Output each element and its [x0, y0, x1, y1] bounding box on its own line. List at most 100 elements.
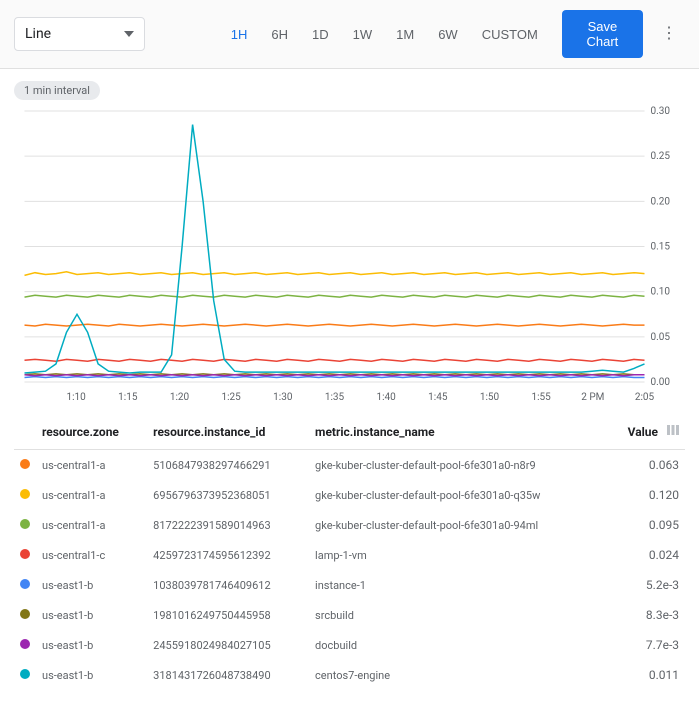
svg-text:1:55: 1:55	[532, 392, 552, 403]
svg-text:0.05: 0.05	[651, 332, 671, 343]
color-swatch	[20, 669, 30, 679]
table-row[interactable]: us-central1-a8172222391589014963gke-kube…	[14, 510, 685, 540]
svg-text:2:05: 2:05	[635, 392, 655, 403]
time-range-1d[interactable]: 1D	[302, 21, 339, 48]
cell-instance-id: 1038039781746409612	[147, 570, 309, 600]
color-swatch	[20, 579, 30, 589]
cell-zone: us-east1-b	[36, 660, 147, 690]
cell-zone: us-east1-b	[36, 570, 147, 600]
cell-zone: us-east1-b	[36, 600, 147, 630]
time-range-6w[interactable]: 6W	[428, 21, 468, 48]
color-swatch	[20, 459, 30, 469]
cell-instance-id: 8172222391589014963	[147, 510, 309, 540]
svg-text:1:35: 1:35	[325, 392, 345, 403]
table-row[interactable]: us-east1-b3181431726048738490centos7-eng…	[14, 660, 685, 690]
svg-text:0.25: 0.25	[651, 151, 671, 162]
svg-text:1:40: 1:40	[377, 392, 397, 403]
col-value[interactable]: Value	[606, 414, 685, 450]
svg-text:0.20: 0.20	[651, 196, 671, 207]
svg-text:0.10: 0.10	[651, 287, 671, 298]
cell-value: 0.063	[606, 450, 685, 481]
cell-instance-name: centos7-engine	[309, 660, 606, 690]
legend-table-area: resource.zone resource.instance_id metri…	[0, 414, 699, 704]
cell-zone: us-central1-c	[36, 540, 147, 570]
more-vert-icon: ⋮	[661, 25, 677, 42]
chart-area: 1 min interval 0.000.050.100.150.200.250…	[0, 69, 699, 406]
col-zone[interactable]: resource.zone	[36, 414, 147, 450]
color-swatch	[20, 549, 30, 559]
svg-text:2 PM: 2 PM	[581, 392, 604, 403]
table-row[interactable]: us-central1-c4259723174595612392lamp-1-v…	[14, 540, 685, 570]
table-row[interactable]: us-central1-a6956796373952368051gke-kube…	[14, 480, 685, 510]
cell-instance-id: 4259723174595612392	[147, 540, 309, 570]
color-swatch	[20, 489, 30, 499]
cell-value: 0.011	[606, 660, 685, 690]
cell-instance-id: 3181431726048738490	[147, 660, 309, 690]
time-range-group: 1H6H1D1W1M6WCUSTOM	[221, 21, 548, 48]
cell-instance-id: 2455918024984027105	[147, 630, 309, 660]
save-chart-button[interactable]: Save Chart	[562, 10, 643, 58]
cell-instance-name: gke-kuber-cluster-default-pool-6fe301a0-…	[309, 510, 606, 540]
chart-container: 0.00 0.05 0.10 0.15 0.20 0.25 0.30 1:10 1:15 1:20…	[14, 106, 685, 406]
cell-instance-name: gke-kuber-cluster-default-pool-6fe301a0-…	[309, 450, 606, 481]
cell-zone: us-east1-b	[36, 630, 147, 660]
time-range-1w[interactable]: 1W	[343, 21, 383, 48]
time-range-1m[interactable]: 1M	[386, 21, 424, 48]
line-chart: 0.00 0.05 0.10 0.15 0.20 0.25 0.30 1:10 1:15 1:20…	[14, 106, 685, 406]
legend-table: resource.zone resource.instance_id metri…	[14, 414, 685, 690]
series-line	[25, 295, 645, 297]
cell-instance-name: docbuild	[309, 630, 606, 660]
cell-value: 0.095	[606, 510, 685, 540]
color-swatch	[20, 519, 30, 529]
col-instance-id[interactable]: resource.instance_id	[147, 414, 309, 450]
more-menu-button[interactable]: ⋮	[653, 26, 685, 42]
svg-text:1:30: 1:30	[273, 392, 293, 403]
cell-zone: us-central1-a	[36, 480, 147, 510]
svg-text:1:50: 1:50	[480, 392, 500, 403]
cell-value: 8.3e-3	[606, 600, 685, 630]
time-range-1h[interactable]: 1H	[221, 21, 258, 48]
cell-instance-id: 1981016249750445958	[147, 600, 309, 630]
series-line	[25, 377, 645, 378]
chevron-down-icon	[124, 31, 134, 37]
chart-type-select[interactable]: Line	[14, 17, 145, 51]
series-line	[25, 272, 645, 276]
series-line	[25, 324, 645, 326]
table-row[interactable]: us-central1-a5106847938297466291gke-kube…	[14, 450, 685, 481]
svg-text:1:10: 1:10	[67, 392, 87, 403]
svg-text:1:25: 1:25	[222, 392, 242, 403]
series-line	[25, 359, 645, 361]
color-swatch	[20, 639, 30, 649]
cell-value: 0.024	[606, 540, 685, 570]
time-range-6h[interactable]: 6H	[261, 21, 298, 48]
table-row[interactable]: us-east1-b2455918024984027105docbuild7.7…	[14, 630, 685, 660]
svg-text:1:15: 1:15	[118, 392, 138, 403]
cell-zone: us-central1-a	[36, 510, 147, 540]
interval-badge: 1 min interval	[14, 81, 100, 100]
cell-zone: us-central1-a	[36, 450, 147, 481]
color-swatch	[20, 609, 30, 619]
svg-text:1:20: 1:20	[170, 392, 190, 403]
cell-instance-name: lamp-1-vm	[309, 540, 606, 570]
svg-text:0.00: 0.00	[651, 377, 671, 388]
chart-type-label: Line	[25, 26, 51, 42]
time-range-custom[interactable]: CUSTOM	[472, 21, 548, 48]
svg-text:0.15: 0.15	[651, 242, 671, 253]
cell-instance-id: 6956796373952368051	[147, 480, 309, 510]
series-line	[25, 125, 645, 373]
svg-text:0.30: 0.30	[651, 106, 671, 117]
columns-icon	[667, 424, 679, 436]
svg-text:1:45: 1:45	[428, 392, 448, 403]
col-instance-name[interactable]: metric.instance_name	[309, 414, 606, 450]
cell-instance-name: instance-1	[309, 570, 606, 600]
series-line	[25, 375, 645, 376]
cell-value: 7.7e-3	[606, 630, 685, 660]
cell-value: 5.2e-3	[606, 570, 685, 600]
table-row[interactable]: us-east1-b1981016249750445958srcbuild8.3…	[14, 600, 685, 630]
table-row[interactable]: us-east1-b1038039781746409612instance-15…	[14, 570, 685, 600]
cell-instance-id: 5106847938297466291	[147, 450, 309, 481]
header-bar: Line 1H6H1D1W1M6WCUSTOM Save Chart ⋮	[0, 0, 699, 69]
cell-value: 0.120	[606, 480, 685, 510]
cell-instance-name: gke-kuber-cluster-default-pool-6fe301a0-…	[309, 480, 606, 510]
cell-instance-name: srcbuild	[309, 600, 606, 630]
